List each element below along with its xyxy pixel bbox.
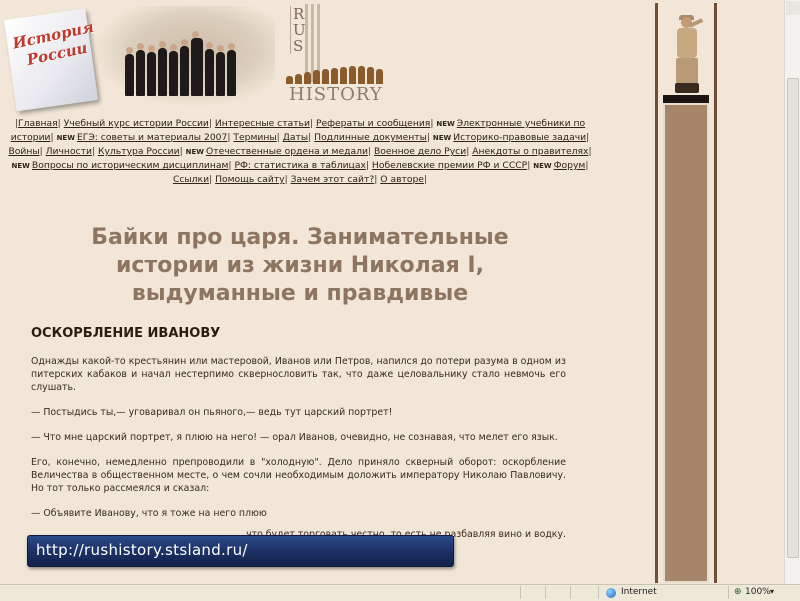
nav-link[interactable]: Главная [18, 118, 58, 129]
nav-link[interactable]: Личности [46, 146, 92, 157]
nav-link[interactable]: Нобелевские премии РФ и СССР [372, 160, 527, 171]
nav-link[interactable]: Термины [233, 132, 276, 143]
article-paragraph: Его, конечно, немедленно препроводили в … [31, 457, 566, 494]
nav-link[interactable]: Интересные статьи [215, 118, 310, 129]
nav-separator: | [588, 146, 592, 157]
new-badge: NEW [56, 134, 75, 142]
column-shaft [663, 103, 709, 583]
zoom-level[interactable]: 100% [745, 587, 771, 597]
scroll-up-button[interactable] [786, 1, 800, 15]
evolution-image [286, 66, 383, 84]
nav-link[interactable]: Зачем этот сайт? [291, 174, 375, 185]
header-people-image [125, 31, 236, 96]
nav-link[interactable]: Культура России [98, 146, 180, 157]
new-badge: NEW [533, 162, 552, 170]
nav-link[interactable]: Войны [8, 146, 39, 157]
page-title: Байки про царя. Занимательные истории из… [91, 225, 509, 306]
nav-link[interactable]: Историко-правовые задачи [453, 132, 586, 143]
brand-rus: R U S [290, 6, 307, 54]
nav-link[interactable]: Анекдоты о правителях [472, 146, 588, 157]
nav-link[interactable]: ЕГЭ: советы и материалы 2007 [77, 132, 227, 143]
nav-link[interactable]: Учебный курс истории России [64, 118, 209, 129]
zoom-icon[interactable]: ⊕ [734, 587, 742, 597]
decorative-column [655, 3, 719, 583]
brand-history: HISTORY [289, 84, 383, 105]
new-badge: NEW [185, 148, 204, 156]
browser-status-bar: Internet ⊕ 100% ▾ [0, 584, 800, 601]
article-paragraph: — Постыдись ты,— уговаривал он пьяного,—… [31, 407, 393, 418]
nav-link[interactable]: Подлинные документы [314, 132, 427, 143]
new-badge: NEW [11, 162, 30, 170]
nav-separator: | [179, 146, 186, 157]
article-paragraph: — Объявите Иванову, что я тоже на него п… [31, 508, 267, 519]
section-title: ОСКОРБЛЕНИЕ ИВАНОВУ [31, 326, 221, 341]
url-banner-text: http://rushistory.stsland.ru/ [36, 541, 248, 559]
new-badge: NEW [436, 120, 455, 128]
main-navigation: | Главная | Учебный курс истории России | И… [0, 117, 600, 186]
zoom-dropdown-icon[interactable]: ▾ [770, 587, 774, 596]
article-body: Однажды какой-то крестьянин или мастеров… [31, 355, 566, 553]
nav-link[interactable]: Даты [283, 132, 308, 143]
nav-separator: | [585, 160, 589, 171]
nav-separator: | [586, 132, 590, 143]
soldier-figure-image [667, 15, 707, 97]
article-paragraph: Однажды какой-то крестьянин или мастеров… [31, 356, 566, 393]
nav-link[interactable]: Помощь сайту [215, 174, 285, 185]
nav-link[interactable]: Вопросы по историческим дисциплинам [32, 160, 228, 171]
nav-separator: | [423, 174, 428, 185]
new-badge: NEW [432, 134, 452, 142]
nav-separator: | [50, 132, 57, 143]
nav-link[interactable]: РФ: статистика в таблицах [234, 160, 365, 171]
nav-link[interactable]: Отечественные ордена и медали [206, 146, 368, 157]
vertical-scrollbar[interactable] [784, 0, 800, 584]
nav-link[interactable]: Рефераты и сообщения [316, 118, 430, 129]
internet-zone-label: Internet [621, 587, 657, 597]
url-banner: http://rushistory.stsland.ru/ [27, 535, 454, 567]
article-paragraph: — Что мне царский портрет, я плюю на нег… [31, 432, 558, 443]
scroll-thumb[interactable] [787, 78, 799, 558]
nav-link[interactable]: Форум [554, 160, 586, 171]
nav-link[interactable]: Ссылки [173, 174, 209, 185]
internet-zone-icon [606, 588, 616, 598]
nav-link[interactable]: Военное дело Руси [374, 146, 466, 157]
nav-link[interactable]: О авторе [380, 174, 424, 185]
